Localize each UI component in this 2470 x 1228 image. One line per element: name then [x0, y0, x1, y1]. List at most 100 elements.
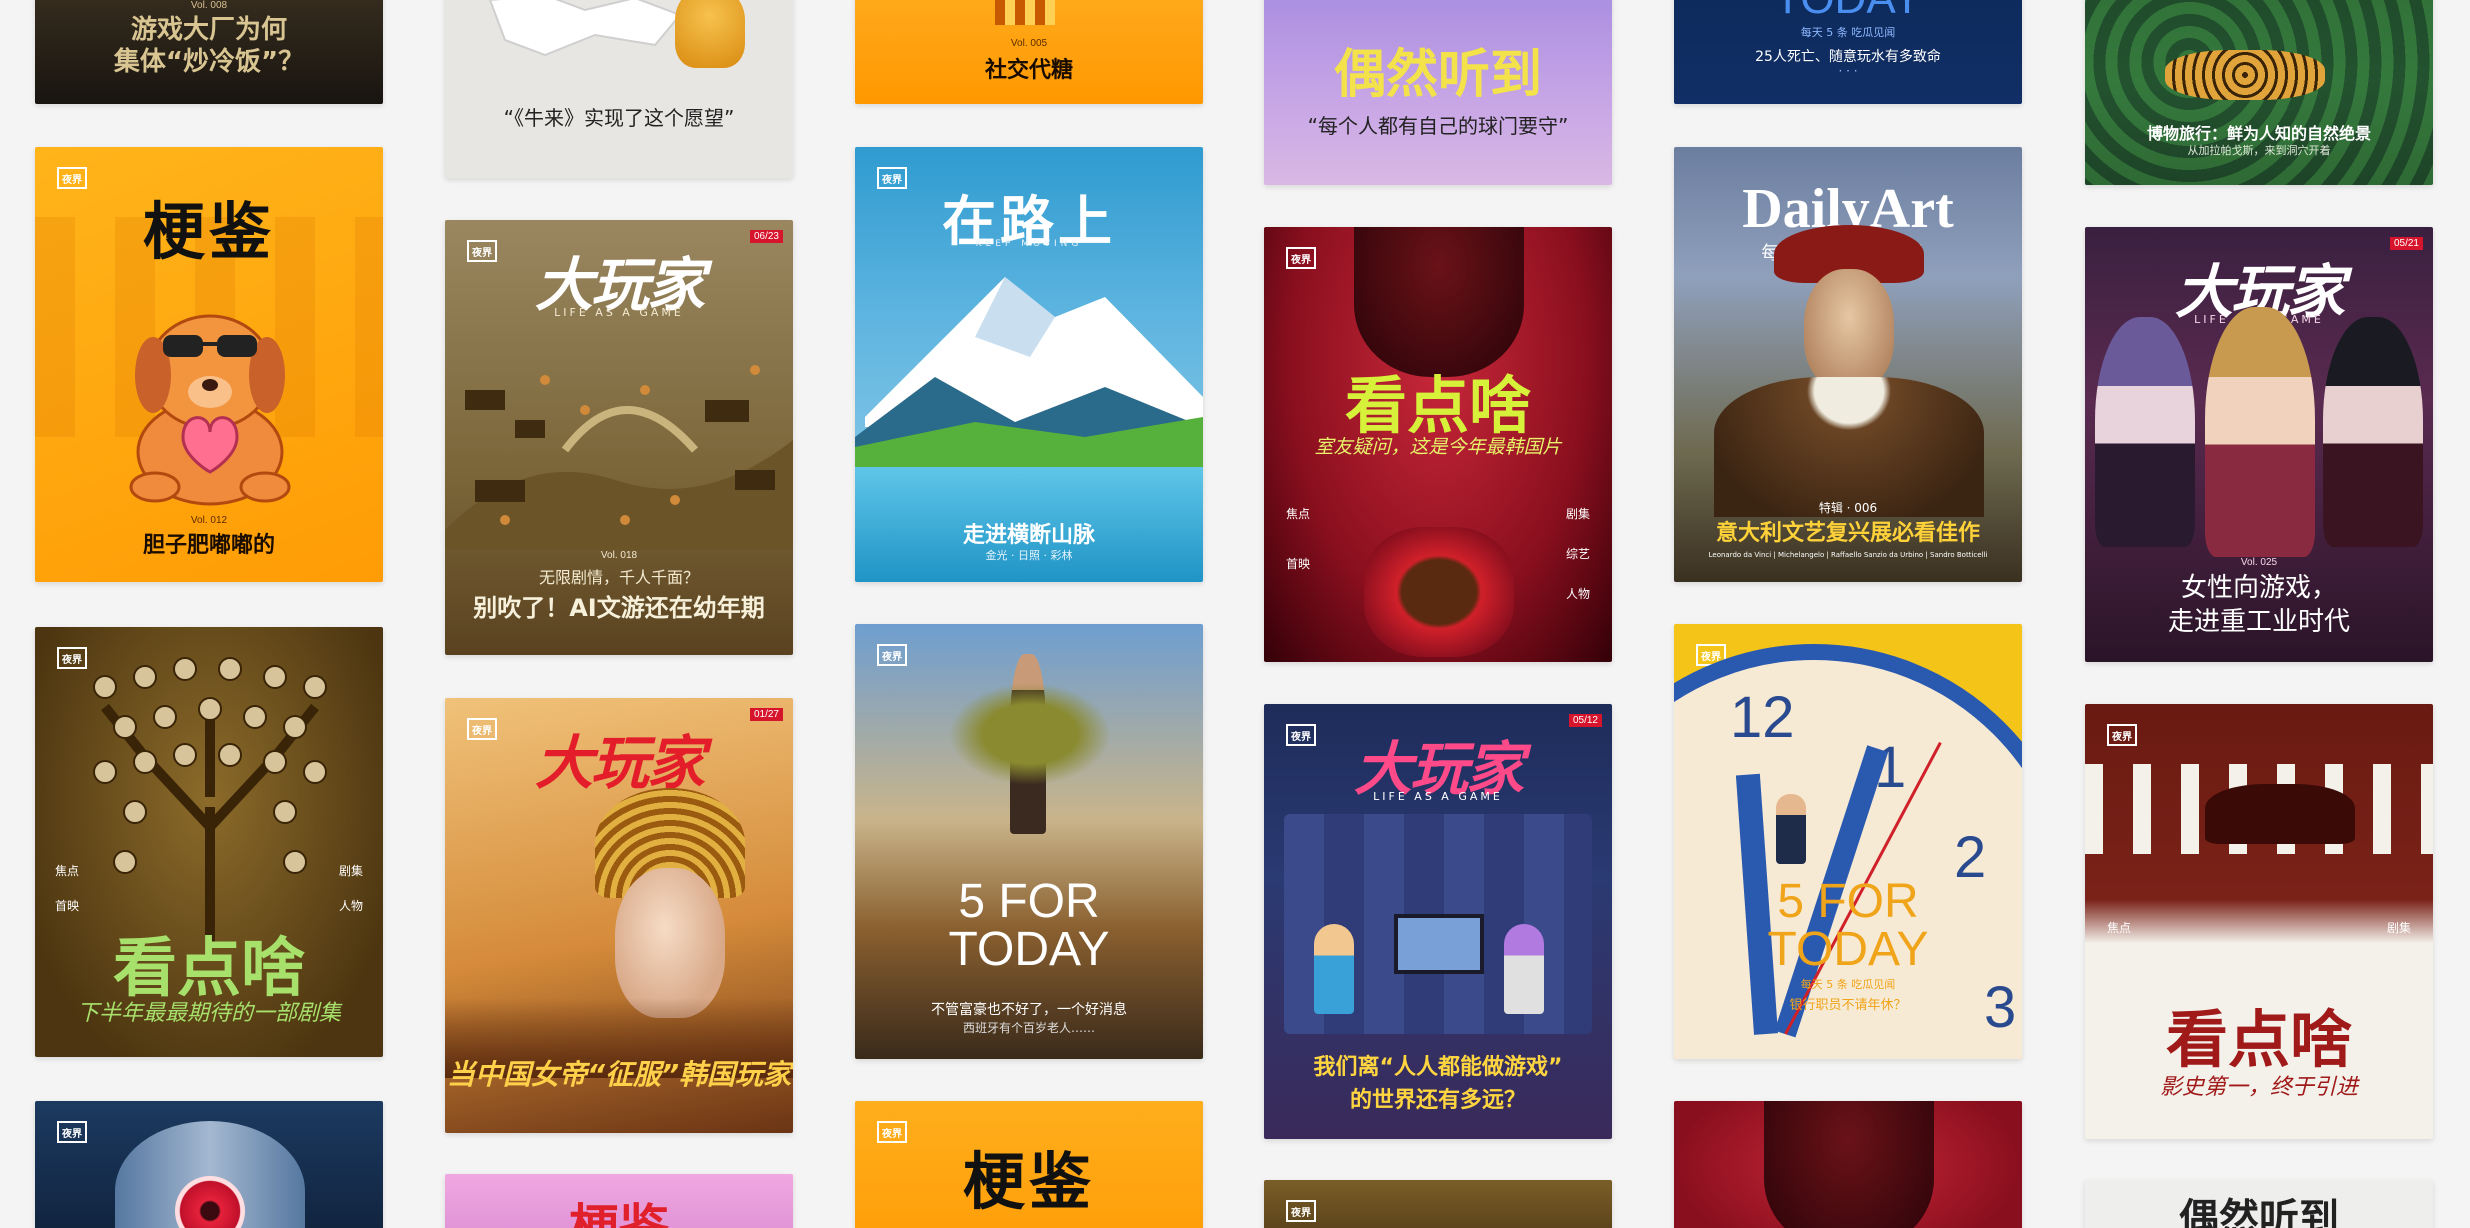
cover-title: 社交代糖	[984, 58, 1073, 83]
cover-card-empress[interactable]: 夜界 01/27 大玩家 当中国女帝“征服”韩国玩家	[445, 698, 793, 1133]
cover-card-pixel-gamers[interactable]: 夜界 05/12 大玩家 LIFE AS A GAME 我们离“人人都能做游戏”…	[1264, 704, 1612, 1139]
cover-card-game-remakes[interactable]: Vol. 008 游戏大厂为何 集体“炒冷饭”？	[35, 0, 383, 104]
feature-tag: 特辑 · 006	[1818, 501, 1878, 515]
section-label-left-2: 首映	[55, 899, 80, 913]
section-label-left-2: 首映	[1286, 557, 1311, 571]
brand-title: 看点啥	[2165, 1003, 2352, 1076]
section-label-left-1: 焦点	[1286, 507, 1311, 521]
cover-line-2: 西班牙有个百岁老人……	[962, 1021, 1095, 1035]
cover-title: 偶然听到	[2179, 1196, 2339, 1228]
cover-card-film-box-office[interactable]: 夜界 焦点 剧集 看点啥 影史第一，终于引进	[2085, 704, 2433, 1139]
giant-leaves	[935, 674, 1125, 794]
brand-logo: 夜界	[2107, 724, 2137, 746]
cover-card-overheard[interactable]: 偶然听到 “每个人都有自己的球门要守”	[1264, 0, 1612, 185]
cover-line-2: 金光 · 日照 · 彩林	[985, 549, 1073, 562]
cover-subtitle: 当中国女帝“征服”韩国玩家	[446, 1058, 792, 1091]
clock-number-12: 12	[1730, 685, 1795, 750]
cover-line-1: 女性向游戏，	[2180, 573, 2337, 603]
car-silhouette	[2205, 784, 2355, 844]
brand-tagline: 每天 5 条 吃瓜见闻	[1800, 26, 1896, 39]
cover-title: 梗鉴	[142, 195, 275, 268]
cover-line-1: 走进横断山脉	[962, 523, 1095, 548]
cover-subtitle: 下半年最最期待的一部剧集	[76, 1001, 341, 1026]
leopard-illustration	[2165, 50, 2325, 100]
cover-subtitle: 影史第一，终于引进	[2159, 1075, 2358, 1100]
brand-logo: 夜界	[877, 644, 907, 666]
brand-title-line-1: 5 FOR	[1777, 875, 1919, 928]
cover-subtitle: “每个人都有自己的球门要守”	[1307, 114, 1569, 138]
character-portrait-left	[2095, 317, 2195, 547]
cover-line-1: 无限剧情，千人千面？	[538, 568, 699, 587]
cover-line-1: 我们离“人人都能做游戏”	[1313, 1055, 1563, 1080]
cover-card-monkey[interactable]: “《牛来》实现了这个愿望”	[445, 0, 793, 178]
cover-card-surreal-man[interactable]: 夜界 5 FOR TODAY 不管富豪也不好了，一个好消息 西班牙有个百岁老人……	[855, 624, 1203, 1059]
brand-title-line-2: TODAY	[948, 923, 1110, 976]
computer-desk	[1394, 914, 1484, 974]
brand-title: TODAY	[1674, 0, 2022, 24]
brand-logo: 夜界	[1286, 247, 1316, 269]
cover-card-today-water[interactable]: TODAY 每天 5 条 吃瓜见闻 25人死亡、随意玩水有多致命 · · ·	[1674, 0, 2022, 104]
brand-logo: 夜界	[1286, 1200, 1316, 1222]
pixel-art	[995, 0, 1055, 25]
cover-line-2: 别吹了！AI文游还在幼年期	[473, 594, 765, 622]
brand-tagline: LIFE AS A GAME	[1373, 790, 1503, 803]
character-portrait-center	[2205, 307, 2315, 557]
fur-coat	[1714, 377, 1984, 517]
section-label-left-1: 焦点	[2107, 921, 2132, 935]
cover-card-meme-dog[interactable]: 夜界 梗鉴 Vol. 012 胆子肥嘟嘟的	[35, 147, 383, 582]
cover-title: 意大利文艺复兴展必看佳作	[1715, 521, 1980, 546]
snow-mountain-illustration	[855, 277, 1203, 487]
cover-card-hengduan-mountains[interactable]: 夜界 在路上 KEEP MOVING 走进横断山脉 金光 · 日照 · 彩林	[855, 147, 1203, 582]
section-label-right-1: 剧集	[1565, 507, 1590, 521]
section-label-right-2: 人物	[338, 899, 363, 913]
businessman-figure	[1776, 794, 1806, 864]
section-label-right-1: 剧集	[338, 864, 363, 878]
cover-title: 游戏大厂为何 集体“炒冷饭”？	[113, 15, 305, 77]
brand-title-line-2: TODAY	[1767, 923, 1929, 976]
cover-card-social-sugar[interactable]: Vol. 005 社交代糖	[855, 0, 1203, 104]
cover-card-clock[interactable]: 夜界 12 1 2 3 5 FOR TODAY 每天 5 条 吃瓜见闻 银行职员…	[1674, 624, 2022, 1059]
cover-card-daily-art[interactable]: DailyArt 每 日 一 画 特辑 · 006 意大利文艺复兴展必看佳作 L…	[1674, 147, 2022, 582]
character-portrait-right	[2323, 317, 2423, 547]
brand-title: 大玩家	[534, 729, 705, 797]
cover-card-meme-orange[interactable]: 夜界 梗鉴	[855, 1101, 1203, 1228]
cover-title: “《牛来》实现了这个愿望”	[503, 106, 735, 130]
section-label-right-2: 综艺	[1565, 547, 1590, 561]
cover-card-overheard-2[interactable]: 偶然听到	[2085, 1180, 2433, 1228]
character-left	[1314, 924, 1354, 1014]
volume-label: Vol. 005	[1010, 38, 1048, 49]
hands-holding-object	[1364, 527, 1514, 657]
cover-card-meme-pink[interactable]: 梗鉴	[445, 1174, 793, 1228]
section-label-right-3: 人物	[1565, 587, 1590, 601]
cartoon-dog-illustration	[129, 314, 291, 506]
cover-line-1: 不管富豪也不好了，一个好消息	[931, 1002, 1127, 1018]
cover-subtitle: 室友疑问，这是今年最韩国片	[1314, 436, 1562, 458]
cover-title: 梗鉴	[962, 1145, 1095, 1218]
cover-card-family-tree[interactable]: 夜界 焦点 首映 剧集 人物 看点啥 下半年最最期待的一部剧集	[35, 627, 383, 1057]
volume-label: Vol. 012	[190, 515, 228, 526]
cover-line-2: · · ·	[1838, 64, 1858, 78]
cover-card-korean-film-2[interactable]	[1674, 1101, 2022, 1228]
empress-portrait	[615, 868, 725, 1018]
cover-title: 博物旅行：鲜为人知的自然绝景	[2146, 124, 2371, 143]
cover-card-eye[interactable]: 夜界	[35, 1101, 383, 1228]
renaissance-portrait-face	[1804, 269, 1894, 389]
cover-card-family-tree-2[interactable]: 夜界	[1264, 1180, 1612, 1228]
cover-title: 梗鉴	[569, 1199, 669, 1228]
section-label-left-1: 焦点	[55, 864, 80, 878]
cover-card-ai-text-games[interactable]: 夜界 06/23 大玩家 LIFE AS A GAME Vol. 018 无限剧…	[445, 220, 793, 655]
brand-title-line-1: 5 FOR	[958, 875, 1100, 928]
cover-card-korean-film[interactable]: 夜界 看点啥 室友疑问，这是今年最韩国片 焦点 首映 剧集 综艺 人物	[1264, 227, 1612, 662]
artist-names: Leonardo da Vinci | Michelangelo | Raffa…	[1708, 551, 1988, 559]
cover-card-otome-games[interactable]: 05/21 大玩家 LIFE AS A GAME Vol. 025 女性向游戏，…	[2085, 227, 2433, 662]
monkey-illustration	[675, 0, 745, 68]
volume-label: Vol. 008	[190, 0, 228, 11]
cover-line-1: 银行职员不请年休？	[1789, 998, 1907, 1013]
family-tree-illustration	[93, 657, 327, 947]
ancient-city-illustration	[445, 365, 793, 550]
character-right	[1504, 924, 1544, 1014]
brand-tagline: LIFE AS A GAME	[554, 306, 684, 319]
cover-card-nature-travel[interactable]: 博物旅行：鲜为人知的自然绝景 从加拉帕戈斯，来到洞穴开着	[2085, 0, 2433, 185]
volume-label: Vol. 018	[600, 550, 638, 561]
brand-logo: 夜界	[57, 1121, 87, 1143]
